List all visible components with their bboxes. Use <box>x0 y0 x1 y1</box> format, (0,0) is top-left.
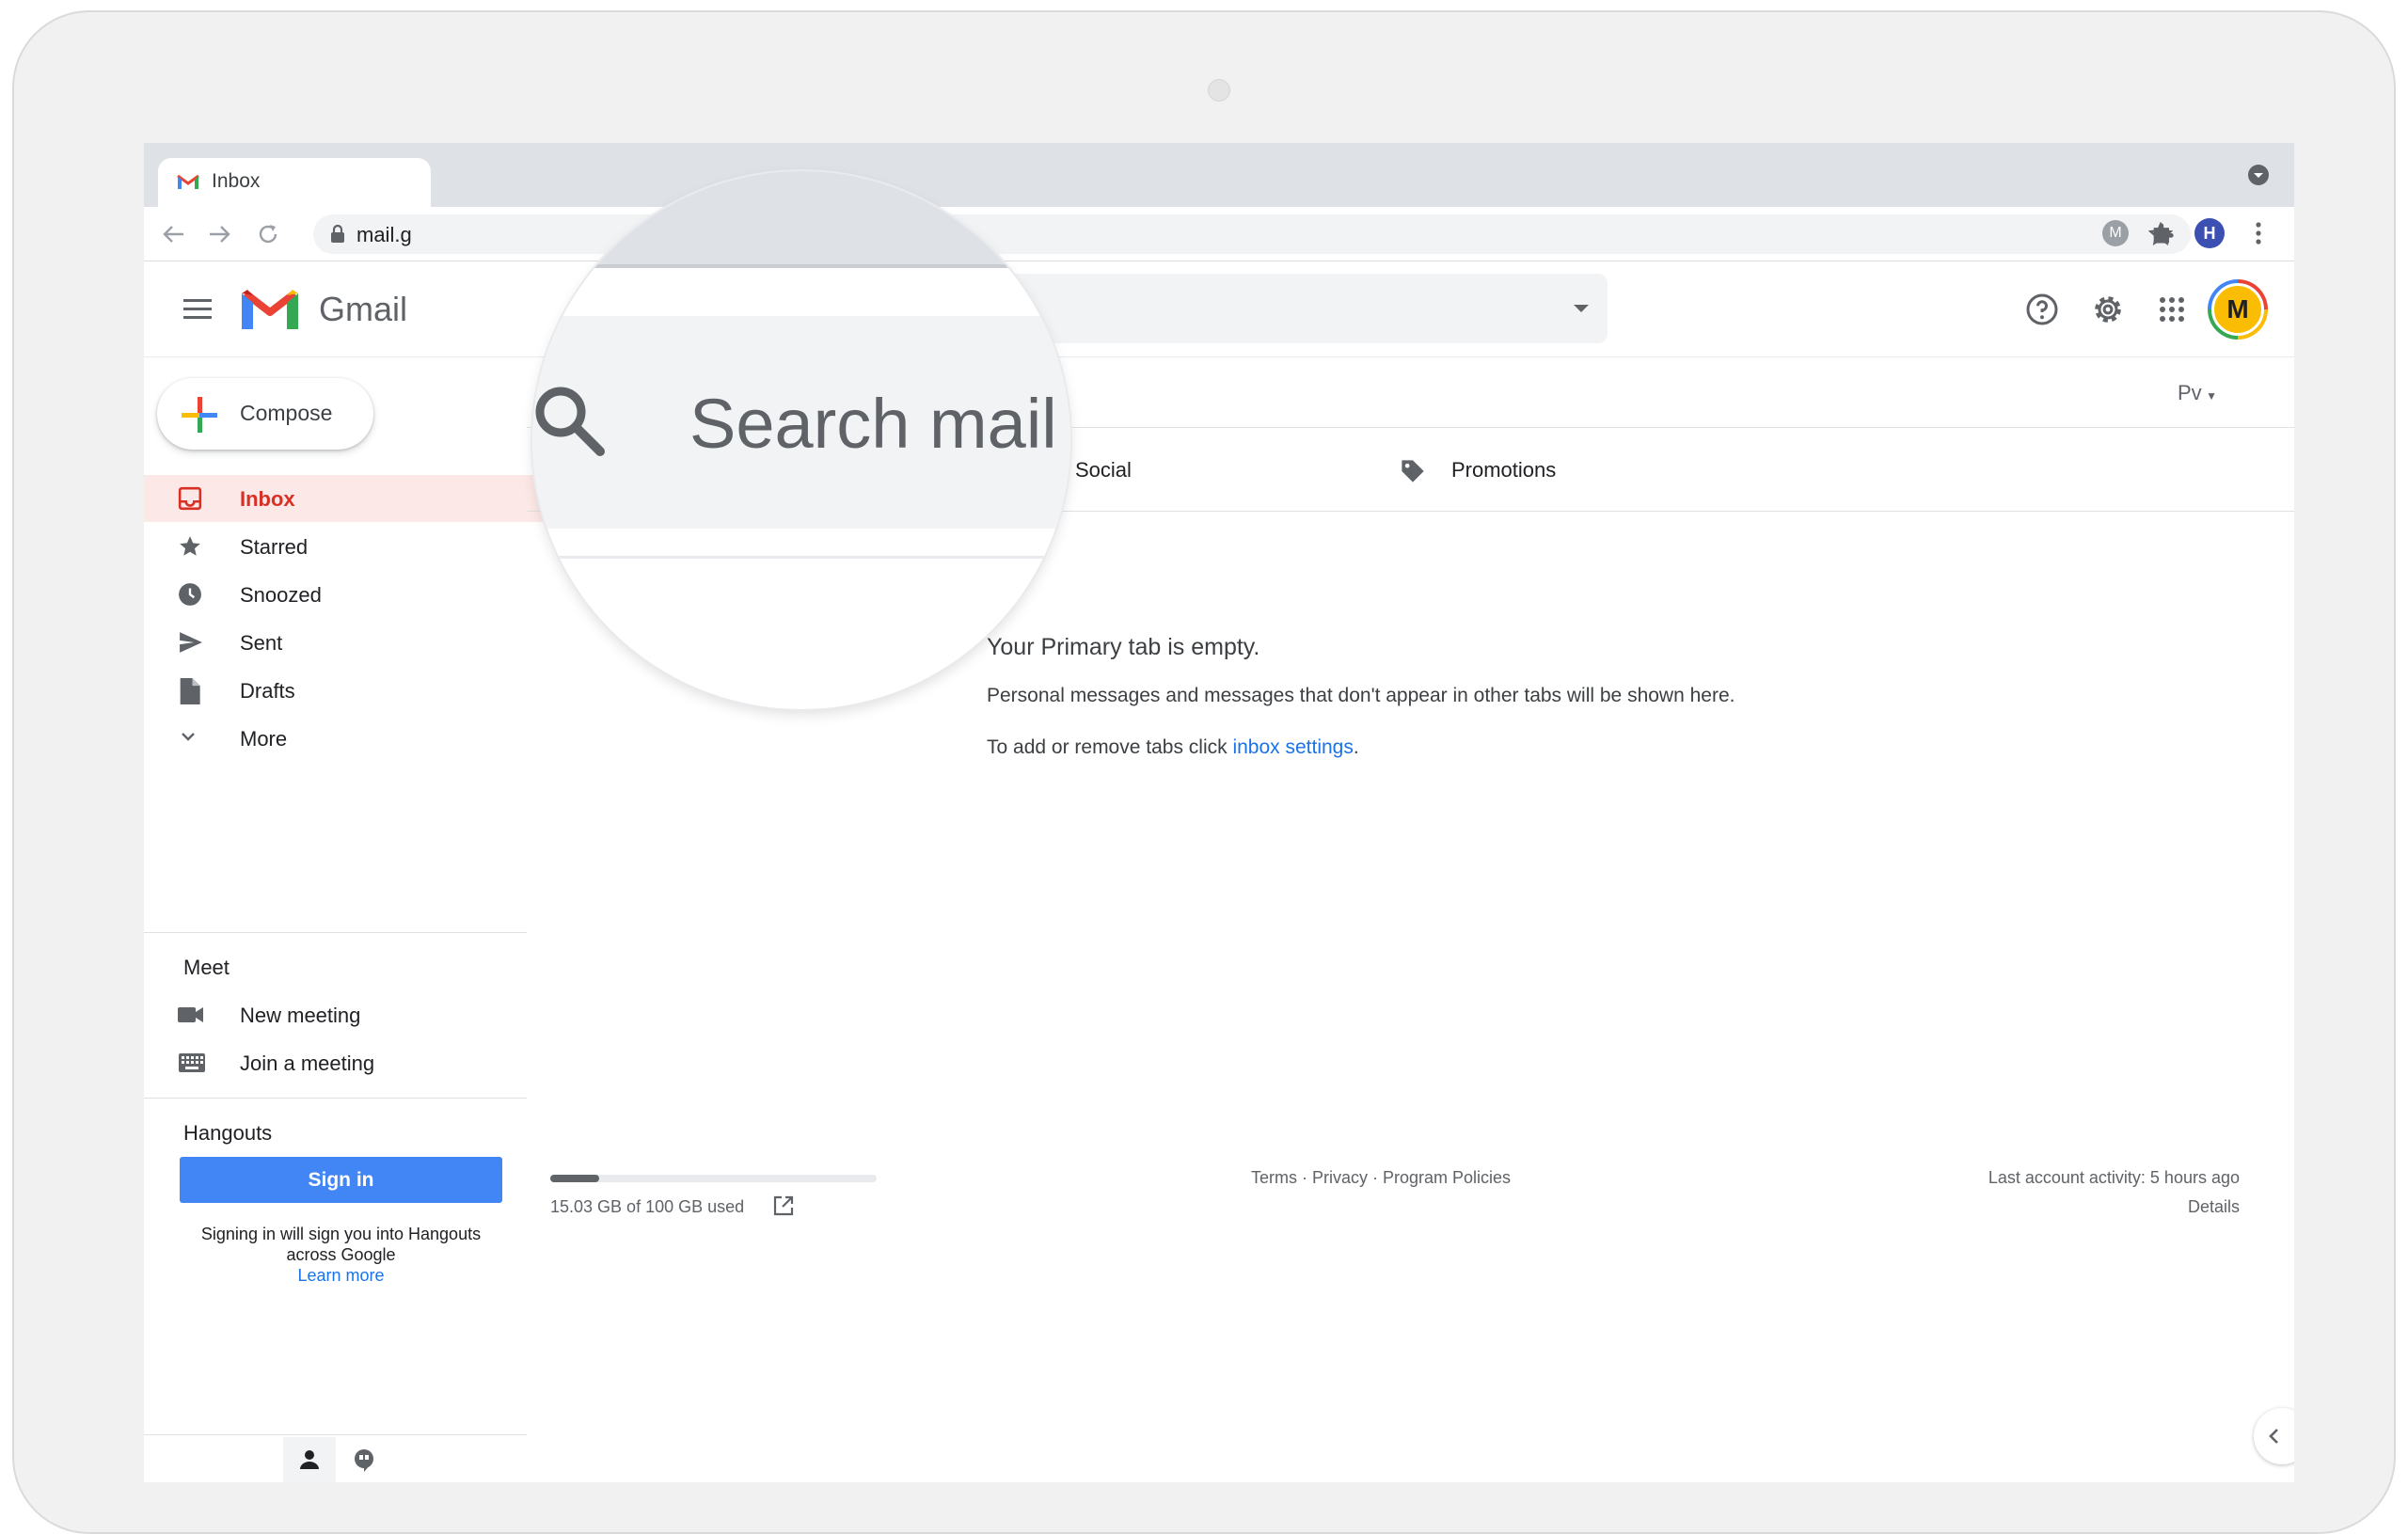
apps-grid-icon[interactable] <box>2159 296 2185 323</box>
external-link-icon[interactable] <box>772 1194 795 1217</box>
hangouts-note: Signing in will sign you into Hangouts a… <box>180 1224 502 1286</box>
settings-gear-icon[interactable] <box>2091 293 2125 326</box>
reload-icon[interactable] <box>257 223 279 245</box>
chevron-down-icon <box>178 730 198 743</box>
magnified-search-icon[interactable] <box>532 384 608 459</box>
help-icon[interactable] <box>2025 293 2059 326</box>
sidebar-divider <box>144 1098 527 1099</box>
sidebar-item-join-meeting[interactable]: Join a meeting <box>144 1039 527 1086</box>
sidebar-item-label: Starred <box>240 535 309 559</box>
star-icon <box>178 534 202 559</box>
hangouts-note-line: across Google <box>286 1245 396 1264</box>
tab-label: Social <box>1075 458 1132 482</box>
storage-progress-bar <box>550 1175 877 1182</box>
gmail-header: Gmail M <box>144 261 2294 357</box>
extension-avatar[interactable]: M <box>2102 220 2129 246</box>
sidebar-item-label: Inbox <box>240 487 295 511</box>
compose-plus-icon <box>182 397 217 433</box>
storage-progress-fill <box>550 1175 600 1182</box>
sidebar-item-label: Join a meeting <box>240 1052 375 1075</box>
compose-button[interactable]: Compose <box>157 378 373 450</box>
tab-label: Promotions <box>1451 458 1557 482</box>
browser-tab-title: Inbox <box>212 170 261 192</box>
chevron-left-icon <box>2267 1427 2280 1446</box>
inbox-settings-link[interactable]: inbox settings <box>1232 736 1353 758</box>
send-icon <box>178 630 204 655</box>
tab-search-icon[interactable] <box>2247 164 2270 186</box>
extensions-puzzle-icon[interactable] <box>2149 220 2176 246</box>
browser-window: Inbox mail.g M H Gmail M Compose Inbox S… <box>144 143 2294 1482</box>
sidebar-item-label: Drafts <box>240 679 295 703</box>
sidebar-item-label: More <box>240 727 288 751</box>
sidebar-item-new-meeting[interactable]: New meeting <box>144 991 527 1038</box>
browser-tab-bar: Inbox <box>144 143 2294 207</box>
account-avatar-initial: M <box>2211 283 2264 336</box>
input-tools-toggle[interactable]: Pv ▼ <box>2178 381 2217 405</box>
compose-label: Compose <box>240 401 333 425</box>
browser-toolbar: mail.g M H <box>144 207 2294 261</box>
sidebar-item-label: Snoozed <box>240 583 322 607</box>
clock-icon <box>178 582 202 607</box>
sidebar-item-more[interactable]: More <box>144 715 633 762</box>
gmail-wordmark: Gmail <box>319 290 408 328</box>
learn-more-link[interactable]: Learn more <box>180 1265 502 1286</box>
browser-tab-inbox[interactable]: Inbox <box>158 158 431 207</box>
person-icon <box>298 1448 321 1471</box>
sidebar-divider <box>144 932 527 933</box>
hangouts-section-title: Hangouts <box>183 1121 273 1145</box>
magnified-toolbar <box>532 264 1070 283</box>
search-options-icon[interactable] <box>1572 302 1591 315</box>
empty-state-hint: To add or remove tabs click inbox settin… <box>987 736 1359 759</box>
storage-usage-text: 15.03 GB of 100 GB used <box>550 1197 745 1216</box>
hangouts-quote-icon[interactable] <box>353 1448 375 1473</box>
sidebar-item-drafts[interactable]: Drafts <box>144 667 633 714</box>
magnified-divider <box>532 556 1070 559</box>
empty-hint-suffix: . <box>1353 736 1359 758</box>
footer-policy-links[interactable]: Terms · Privacy · Program Policies <box>1251 1168 1511 1188</box>
hangouts-note-line: Signing in will sign you into Hangouts <box>200 1225 482 1243</box>
keyboard-icon <box>178 1052 206 1073</box>
magnified-tab-bar <box>532 171 1070 264</box>
browser-menu-icon[interactable] <box>2255 220 2262 246</box>
gmail-logo-icon[interactable] <box>242 288 298 331</box>
search-magnifier: Search mail <box>532 171 1070 709</box>
hangouts-sign-in-button[interactable]: Sign in <box>180 1157 502 1203</box>
back-arrow-icon[interactable] <box>161 223 185 245</box>
url-text: mail.g <box>356 223 412 246</box>
sidebar-item-label: Sent <box>240 631 283 655</box>
tab-promotions[interactable]: Promotions <box>1395 440 1752 512</box>
gmail-favicon <box>177 173 199 190</box>
browser-profile-avatar[interactable]: H <box>2194 218 2225 248</box>
forward-arrow-icon[interactable] <box>208 223 232 245</box>
inbox-icon <box>178 486 202 511</box>
account-avatar[interactable]: M <box>2208 279 2268 340</box>
account-activity-details-link[interactable]: Details <box>1957 1197 2240 1217</box>
empty-state-description: Personal messages and messages that don'… <box>987 685 1735 706</box>
sidebar-item-label: New meeting <box>240 1004 361 1027</box>
side-panel-toggle[interactable] <box>2254 1408 2294 1464</box>
laptop-frame: Inbox mail.g M H Gmail M Compose Inbox S… <box>12 10 2396 1534</box>
hangouts-contacts-tab[interactable] <box>283 1437 336 1482</box>
empty-state-title: Your Primary tab is empty. <box>987 634 1260 660</box>
search-placeholder-text: Search mail <box>689 385 1057 463</box>
camera-dot <box>1208 79 1230 102</box>
draft-icon <box>178 678 200 704</box>
tag-icon <box>1399 458 1427 484</box>
lock-icon <box>330 225 345 244</box>
sidebar-item-sent[interactable]: Sent <box>144 619 633 666</box>
sidebar-item-snoozed[interactable]: Snoozed <box>144 571 633 618</box>
sidebar-bottom-divider <box>144 1434 527 1435</box>
input-tools-label: Pv <box>2178 381 2202 404</box>
empty-hint-prefix: To add or remove tabs click <box>987 736 1233 758</box>
video-camera-icon <box>178 1005 204 1024</box>
meet-section-title: Meet <box>183 956 230 979</box>
last-account-activity: Last account activity: 5 hours ago <box>1988 1168 2240 1187</box>
main-menu-icon[interactable] <box>183 297 212 320</box>
tab-social[interactable]: Social <box>1021 440 1378 512</box>
